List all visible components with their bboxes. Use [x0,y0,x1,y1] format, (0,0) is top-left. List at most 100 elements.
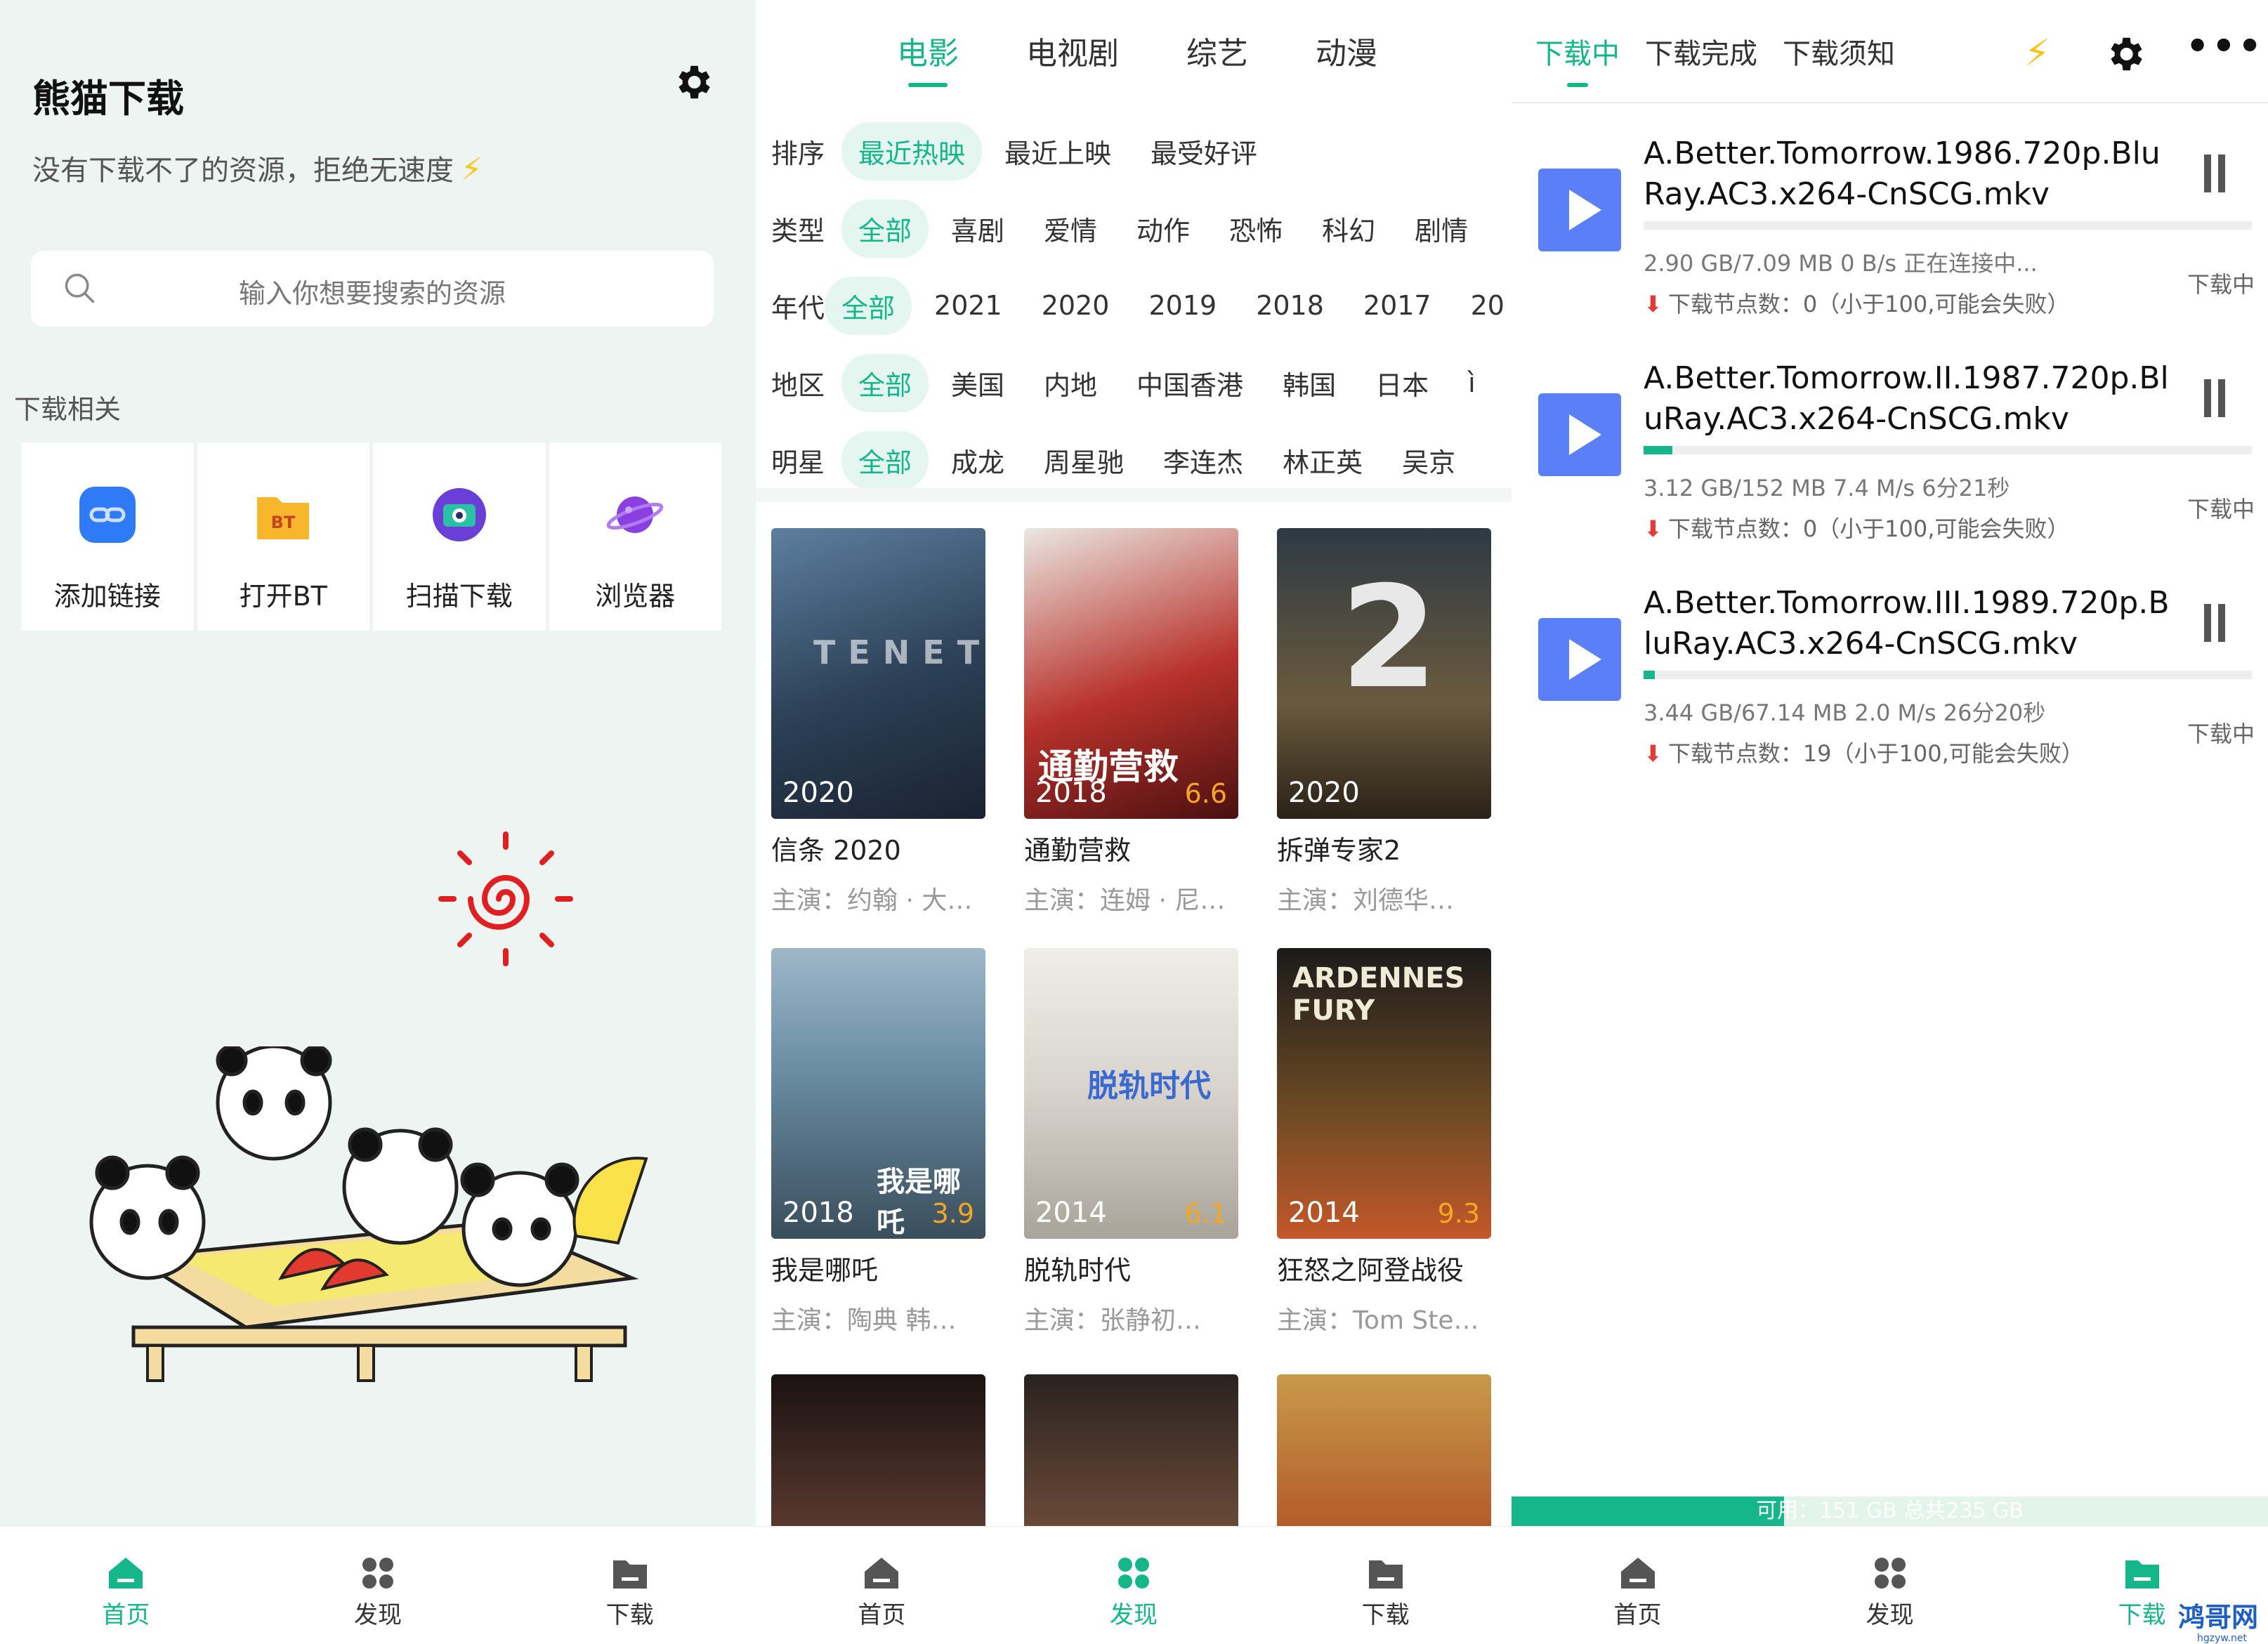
pause-icon[interactable] [2201,604,2228,642]
movie-poster[interactable]: 2 2020 [1277,528,1491,819]
filter-option[interactable]: 韩国 [1266,354,1353,412]
filter-option[interactable]: 全部 [841,353,929,412]
filter-option[interactable]: 2019 [1132,280,1233,331]
filter-option[interactable]: 2018 [1239,280,1341,331]
download-item[interactable]: A.Better.Tomorrow.III.1989.720p.BluRay.A… [1538,569,2255,780]
tab-movie[interactable]: 电影 [897,28,959,87]
lightning-icon[interactable]: ⚡ [2024,32,2050,74]
nav-download[interactable]: 下载 [1259,1527,1512,1644]
filter-row: 排序 最近热映 最近上映 最受好评 [771,112,1509,190]
tool-scan-download[interactable]: 扫描下载 [373,442,546,631]
movie-card[interactable]: 脱轨时代 2014 6.1 脱轨时代 主演：张静初… [1024,948,1238,1336]
movie-card[interactable]: TENET 2020 信条 2020 主演：约翰 · 大… [771,528,985,916]
nav-discover[interactable]: 发现 [1764,1527,2016,1644]
filter-option[interactable]: 全部 [825,276,912,335]
video-play-icon[interactable] [1538,169,1621,251]
movie-grid: TENET 2020 信条 2020 主演：约翰 · 大… 通勤营救 2018 … [771,528,1502,1336]
filter-option[interactable]: 林正英 [1266,431,1379,489]
filter-option[interactable]: 2017 [1346,280,1448,331]
tab-notice[interactable]: 下载须知 [1783,31,1895,87]
filter-option[interactable]: 吴京 [1385,431,1472,489]
tab-variety[interactable]: 综艺 [1186,28,1248,87]
storage-text: 可用：151 GB 总共235 GB [1756,1499,2024,1523]
category-tabs: 电影 电视剧 综艺 动漫 [756,28,1512,87]
movie-poster[interactable]: TENET 2020 [771,528,985,819]
settings-gear-icon[interactable] [2103,32,2146,76]
filter-key: 类型 [771,215,825,246]
poster-year: 2020 [1288,777,1360,809]
filter-option[interactable]: 剧情 [1398,199,1485,258]
movie-card[interactable]: 我是哪吒 2018 3.9 我是哪吒 主演：陶典 韩… [771,948,985,1336]
filter-option[interactable]: 爱情 [1027,199,1114,258]
filter-option[interactable]: 最近热映 [841,121,983,180]
tool-grid: 添加链接 BT 打开BT 扫描下载 浏览器 [21,442,721,631]
movie-cast: 主演：刘德华… [1277,886,1455,915]
filter-option[interactable]: 美国 [934,354,1021,412]
movie-poster[interactable]: 通勤营救 2018 6.6 [1024,528,1238,819]
filter-option[interactable]: 日本 [1358,354,1446,412]
movie-poster-partial[interactable] [771,1374,985,1529]
more-options-icon[interactable]: ••• [2186,25,2264,67]
tool-open-bt[interactable]: BT 打开BT [197,442,369,631]
bt-folder-icon: BT [257,497,310,539]
down-arrow-icon: ⬇ [1644,740,1663,767]
filter-option[interactable]: ì [1451,357,1493,408]
movie-poster[interactable]: 我是哪吒 2018 3.9 [771,948,985,1239]
tab-tv[interactable]: 电视剧 [1026,28,1119,87]
filter-option[interactable]: 中国香港 [1120,354,1260,412]
filter-option[interactable]: 内地 [1027,354,1114,412]
nav-download[interactable]: 下载 [504,1527,756,1644]
discover-dots-icon [1874,1558,1906,1589]
tool-browser[interactable]: 浏览器 [549,442,721,631]
movie-title: 脱轨时代 [1024,1255,1132,1286]
nav-home[interactable]: 首页 [0,1527,252,1644]
video-play-icon[interactable] [1538,618,1621,701]
tab-completed[interactable]: 下载完成 [1645,31,1757,87]
filter-option[interactable]: 成龙 [934,431,1021,489]
filter-option[interactable]: 动作 [1120,199,1207,258]
filter-option[interactable]: 20 [1454,280,1509,331]
filter-option[interactable]: 全部 [841,199,929,258]
filter-option[interactable]: 李连杰 [1146,431,1260,489]
home-screen: 熊猫下载 没有下载不了的资源，拒绝无速度 ⚡ 输入你想要搜索的资源 下载相关 添加… [0,0,756,1644]
nav-discover[interactable]: 发现 [1008,1527,1260,1644]
nav-discover[interactable]: 发现 [252,1527,504,1644]
filter-option[interactable]: 恐怖 [1212,199,1299,258]
movie-card[interactable]: ARDENNES FURY 2014 9.3 狂怒之阿登战役 主演：Tom St… [1277,948,1491,1336]
nav-home[interactable]: 首页 [1512,1527,1764,1644]
filter-option[interactable]: 全部 [841,430,929,489]
filter-option[interactable]: 2021 [917,280,1019,331]
watermark-logo: 鸿哥网 [2177,1602,2258,1633]
tab-downloading[interactable]: 下载中 [1535,31,1620,87]
movie-poster-partial[interactable] [1024,1374,1238,1529]
search-bar[interactable]: 输入你想要搜索的资源 [31,251,714,327]
filter-option[interactable]: 2020 [1025,280,1127,331]
tab-anime[interactable]: 动漫 [1316,28,1377,87]
movie-poster[interactable]: 脱轨时代 2014 6.1 [1024,948,1238,1239]
bottom-nav: 首页 发现 下载 [1512,1526,2268,1644]
progress-bar [1644,221,2252,230]
download-item[interactable]: A.Better.Tomorrow.II.1987.720p.BluRay.AC… [1538,344,2255,555]
tool-add-link[interactable]: 添加链接 [21,442,194,631]
filter-option[interactable]: 科幻 [1305,199,1392,258]
movie-card[interactable]: 通勤营救 2018 6.6 通勤营救 主演：连姆 · 尼… [1024,528,1238,916]
settings-gear-icon[interactable] [671,60,714,104]
nav-home[interactable]: 首页 [756,1527,1008,1644]
movie-poster-partial[interactable] [1277,1374,1491,1529]
tool-label: 添加链接 [53,581,161,612]
filter-option[interactable]: 最近上映 [988,122,1128,180]
filter-option[interactable]: 最受好评 [1134,122,1274,180]
search-input[interactable]: 输入你想要搜索的资源 [31,272,714,310]
movie-poster[interactable]: ARDENNES FURY 2014 9.3 [1277,948,1491,1239]
link-icon [79,487,136,543]
video-play-icon[interactable] [1538,393,1621,476]
node-count-text: 下载节点数：0（小于100,可能会失败） [1667,515,2070,542]
pause-icon[interactable] [2201,154,2228,192]
poster-year: 2014 [1288,1197,1360,1229]
download-item[interactable]: A.Better.Tomorrow.1986.720p.BluRay.AC3.x… [1538,119,2255,330]
filter-option[interactable]: 周星驰 [1027,431,1141,489]
filter-option[interactable]: 喜剧 [934,199,1021,258]
movie-card[interactable]: 2 2020 拆弹专家2 主演：刘德华… [1277,528,1491,916]
node-count-text: 下载节点数：19（小于100,可能会失败） [1667,740,2084,767]
pause-icon[interactable] [2201,379,2228,417]
